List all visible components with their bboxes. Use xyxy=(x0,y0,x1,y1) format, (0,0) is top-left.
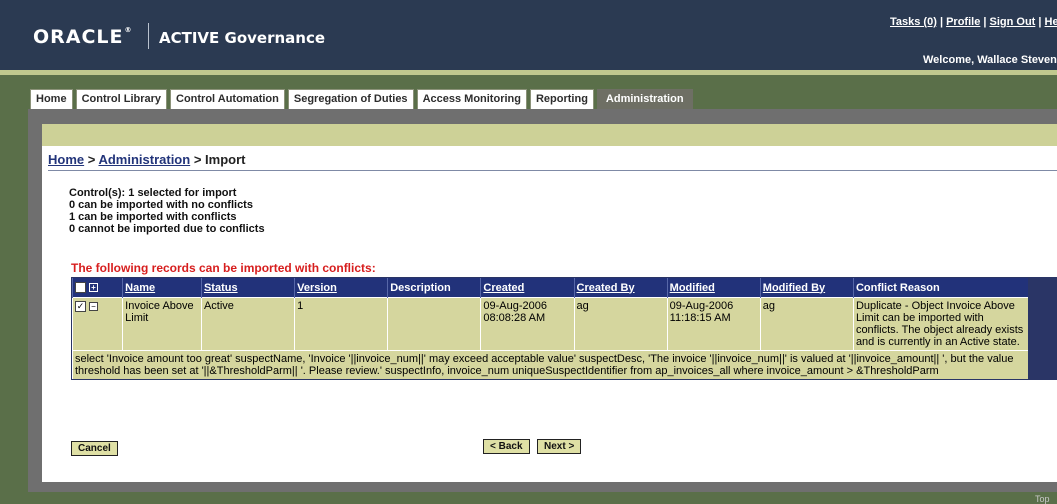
oracle-logo: ORACLE® xyxy=(33,26,133,48)
welcome-message: Welcome, Wallace Stevens xyxy=(923,54,1057,66)
tab-administration[interactable]: Administration xyxy=(596,89,693,110)
cell-modified: 09-Aug-2006 11:18:15 AM xyxy=(666,297,761,351)
col-modified-by[interactable]: Modified By xyxy=(759,278,854,298)
help-link[interactable]: Help xyxy=(1045,16,1057,28)
col-status[interactable]: Status xyxy=(200,278,295,298)
link-separator: | xyxy=(939,16,944,28)
tab-segregation-of-duties[interactable]: Segregation of Duties xyxy=(287,89,414,109)
import-panel: Home > Administration > Import Control(s… xyxy=(42,124,1057,482)
panel-band xyxy=(42,124,1057,146)
logo-divider xyxy=(148,23,149,49)
row-detail: select 'Invoice amount too great' suspec… xyxy=(72,350,1028,379)
profile-link[interactable]: Profile xyxy=(946,16,980,28)
tasks-link[interactable]: Tasks (0) xyxy=(890,16,937,28)
cell-version: 1 xyxy=(294,297,388,351)
breadcrumb-home[interactable]: Home xyxy=(48,152,84,167)
row-select-cell: ✓ − xyxy=(71,297,123,351)
select-all-header: + xyxy=(71,278,123,298)
summary-line: 0 cannot be imported due to conflicts xyxy=(69,223,265,235)
next-button[interactable]: Next > xyxy=(537,439,582,454)
app-header: ORACLE® ACTIVE Governance Tasks (0) | Pr… xyxy=(0,0,1057,70)
sign-out-link[interactable]: Sign Out xyxy=(990,16,1036,28)
select-all-checkbox[interactable] xyxy=(75,282,86,294)
row-checkbox[interactable]: ✓ xyxy=(75,300,86,312)
link-separator: | xyxy=(1038,16,1042,28)
records-table: + Name Status Version Description Create… xyxy=(71,278,1028,379)
tab-control-library[interactable]: Control Library xyxy=(75,89,168,109)
col-description: Description xyxy=(387,278,481,298)
col-modified[interactable]: Modified xyxy=(666,278,761,298)
summary-line: 1 can be imported with conflicts xyxy=(69,211,237,223)
row-detail-text: select 'Invoice amount too great' suspec… xyxy=(72,350,1028,379)
back-button[interactable]: < Back xyxy=(483,439,530,454)
breadcrumb-administration[interactable]: Administration xyxy=(98,152,190,167)
tab-access-monitoring[interactable]: Access Monitoring xyxy=(416,89,527,109)
breadcrumb-separator: > xyxy=(190,152,206,167)
cell-conflict-reason: Duplicate - Object Invoice Above Limit c… xyxy=(852,297,1028,351)
cell-description xyxy=(387,297,481,351)
tab-control-automation[interactable]: Control Automation xyxy=(170,89,285,109)
collapse-row-icon[interactable]: − xyxy=(89,301,98,311)
summary-line: Control(s): 1 selected for import xyxy=(69,187,237,199)
header-strip xyxy=(0,70,1057,75)
table-header-row: + Name Status Version Description Create… xyxy=(71,278,1028,298)
breadcrumb-current: Import xyxy=(205,152,246,167)
cell-name: Invoice Above Limit xyxy=(122,297,202,351)
breadcrumb: Home > Administration > Import xyxy=(48,152,245,167)
expand-all-icon[interactable]: + xyxy=(89,283,98,293)
breadcrumb-separator: > xyxy=(84,152,99,167)
records-table-wrap: + Name Status Version Description Create… xyxy=(71,277,1057,380)
link-separator: | xyxy=(983,16,987,28)
tab-home[interactable]: Home xyxy=(30,89,73,109)
top-link[interactable]: Top xyxy=(1035,494,1050,504)
cancel-button[interactable]: Cancel xyxy=(71,441,118,456)
col-conflict-reason: Conflict Reason xyxy=(852,278,1028,298)
col-created[interactable]: Created xyxy=(480,278,575,298)
col-created-by[interactable]: Created By xyxy=(573,278,668,298)
cell-created-by: ag xyxy=(573,297,668,351)
top-links: Tasks (0) | Profile | Sign Out | Help xyxy=(890,16,1057,28)
col-version[interactable]: Version xyxy=(294,278,388,298)
product-name: ACTIVE Governance xyxy=(159,29,326,47)
divider xyxy=(48,170,1057,171)
summary-line: 0 can be imported with no conflicts xyxy=(69,199,253,211)
cell-created: 09-Aug-2006 08:08:28 AM xyxy=(480,297,575,351)
main-tabs: Home Control Library Control Automation … xyxy=(30,89,696,110)
tab-reporting[interactable]: Reporting xyxy=(529,89,594,109)
import-summary: Control(s): 1 selected for import 0 can … xyxy=(69,187,265,235)
table-row: ✓ − Invoice Above Limit Active 1 09-Aug-2… xyxy=(71,297,1028,351)
cell-status: Active xyxy=(200,297,295,351)
conflict-heading: The following records can be imported wi… xyxy=(71,261,376,275)
col-name[interactable]: Name xyxy=(122,278,202,298)
cell-modified-by: ag xyxy=(759,297,854,351)
